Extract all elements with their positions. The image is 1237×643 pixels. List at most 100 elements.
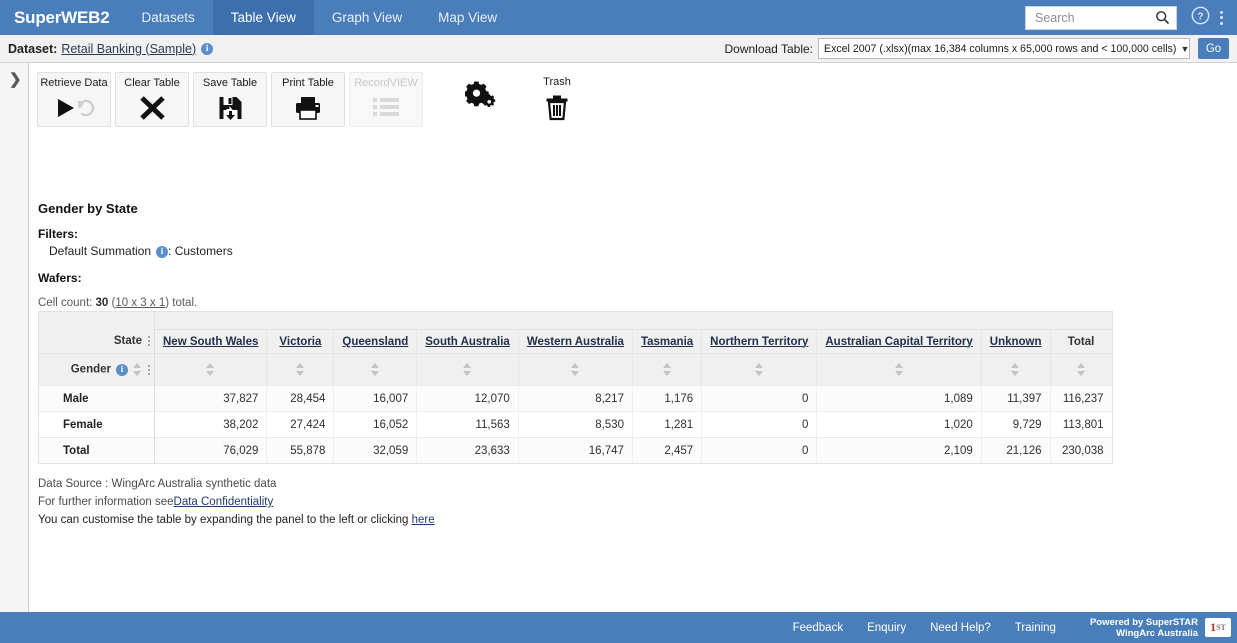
column-header-new-south-wales[interactable]: New South Wales [155,330,267,354]
table-cell[interactable]: 9,729 [981,412,1050,438]
search-box[interactable] [1025,6,1177,30]
settings-gear-button[interactable] [453,72,513,127]
column-header-link[interactable]: Australian Capital Territory [825,336,972,348]
row-axis-info-icon[interactable]: i [116,364,128,376]
column-axis-menu-icon[interactable] [148,336,150,346]
sort-toggle-total[interactable] [1050,354,1112,386]
sort-toggle-australian-capital-territory[interactable] [817,354,981,386]
nav-tab-map-view[interactable]: Map View [420,0,515,35]
trash-button[interactable]: Trash [527,72,587,127]
column-header-australian-capital-territory[interactable]: Australian Capital Territory [817,330,981,354]
column-header-link[interactable]: Queensland [342,336,408,348]
table-cell[interactable]: 16,007 [334,386,417,412]
column-header-link[interactable]: South Australia [425,336,510,348]
customise-here-link[interactable]: here [412,514,435,526]
table-cell[interactable]: 1,089 [817,386,981,412]
sort-arrows-icon[interactable] [1011,363,1020,376]
sort-toggle-victoria[interactable] [267,354,334,386]
search-input[interactable] [1033,8,1151,28]
expand-panel-chevron-icon[interactable]: ❯ [9,72,22,87]
table-cell[interactable]: 0 [702,386,817,412]
column-header-victoria[interactable]: Victoria [267,330,334,354]
sort-toggle-tasmania[interactable] [632,354,701,386]
table-cell[interactable]: 76,029 [155,438,267,464]
footer-link-need-help[interactable]: Need Help? [930,622,991,634]
download-format-select[interactable]: Excel 2007 (.xlsx)(max 16,384 columns x … [818,38,1190,59]
sort-arrows-icon[interactable] [296,363,305,376]
column-header-link[interactable]: Western Australia [527,336,624,348]
table-cell[interactable]: 1,176 [632,386,701,412]
footer-link-training[interactable]: Training [1015,622,1056,634]
table-cell[interactable]: 55,878 [267,438,334,464]
table-cell[interactable]: 8,530 [518,412,632,438]
cell-count-dimensions-link[interactable]: 10 x 3 x 1 [115,297,165,309]
table-cell[interactable]: 1,020 [817,412,981,438]
table-cell[interactable]: 11,397 [981,386,1050,412]
sort-arrows-icon[interactable] [755,363,764,376]
row-header-female[interactable]: Female [39,412,155,438]
row-axis-sort-icon[interactable] [133,363,142,376]
table-cell[interactable]: 2,109 [817,438,981,464]
row-header-total[interactable]: Total [39,438,155,464]
table-cell[interactable]: 230,038 [1050,438,1112,464]
download-go-button[interactable]: Go [1198,38,1229,59]
table-cell[interactable]: 28,454 [267,386,334,412]
filter-info-icon[interactable]: i [156,246,168,258]
sort-arrows-icon[interactable] [663,363,672,376]
table-cell[interactable]: 27,424 [267,412,334,438]
sort-toggle-new-south-wales[interactable] [155,354,267,386]
table-cell[interactable]: 23,633 [417,438,519,464]
table-cell[interactable]: 0 [702,438,817,464]
footer-link-feedback[interactable]: Feedback [793,622,844,634]
retrieve-data-button[interactable]: Retrieve Data [37,72,111,127]
table-cell[interactable]: 21,126 [981,438,1050,464]
sort-toggle-queensland[interactable] [334,354,417,386]
column-header-link[interactable]: New South Wales [163,336,258,348]
table-cell[interactable]: 38,202 [155,412,267,438]
table-cell[interactable]: 0 [702,412,817,438]
table-cell[interactable]: 2,457 [632,438,701,464]
sort-arrows-icon[interactable] [206,363,215,376]
nav-tab-table-view[interactable]: Table View [213,0,314,35]
search-icon[interactable] [1155,10,1170,30]
footer-link-enquiry[interactable]: Enquiry [867,622,906,634]
column-header-link[interactable]: Tasmania [641,336,693,348]
column-header-link[interactable]: Unknown [990,336,1042,348]
row-axis-menu-icon[interactable] [148,365,150,375]
sort-arrows-icon[interactable] [463,363,472,376]
overflow-menu-icon[interactable] [1220,11,1223,25]
sort-toggle-unknown[interactable] [981,354,1050,386]
column-axis-header[interactable]: State [39,330,155,354]
table-cell[interactable]: 8,217 [518,386,632,412]
sort-arrows-icon[interactable] [371,363,380,376]
column-header-unknown[interactable]: Unknown [981,330,1050,354]
column-header-tasmania[interactable]: Tasmania [632,330,701,354]
help-icon[interactable]: ? [1191,6,1210,30]
sort-arrows-icon[interactable] [1077,363,1086,376]
column-header-link[interactable]: Northern Territory [710,336,808,348]
sort-toggle-south-australia[interactable] [417,354,519,386]
table-cell[interactable]: 16,747 [518,438,632,464]
clear-table-button[interactable]: Clear Table [115,72,189,127]
row-header-male[interactable]: Male [39,386,155,412]
sort-toggle-western-australia[interactable] [518,354,632,386]
column-header-northern-territory[interactable]: Northern Territory [702,330,817,354]
table-cell[interactable]: 11,563 [417,412,519,438]
print-table-button[interactable]: Print Table [271,72,345,127]
data-confidentiality-link[interactable]: Data Confidentiality [174,496,274,508]
sort-arrows-icon[interactable] [571,363,580,376]
table-cell[interactable]: 1,281 [632,412,701,438]
column-header-western-australia[interactable]: Western Australia [518,330,632,354]
table-cell[interactable]: 37,827 [155,386,267,412]
table-cell[interactable]: 113,801 [1050,412,1112,438]
column-header-south-australia[interactable]: South Australia [417,330,519,354]
sort-toggle-northern-territory[interactable] [702,354,817,386]
nav-tab-graph-view[interactable]: Graph View [314,0,420,35]
dataset-info-icon[interactable]: i [201,43,213,55]
column-header-link[interactable]: Victoria [279,336,321,348]
table-cell[interactable]: 16,052 [334,412,417,438]
table-cell[interactable]: 116,237 [1050,386,1112,412]
column-header-queensland[interactable]: Queensland [334,330,417,354]
row-axis-header[interactable]: Genderi [39,354,155,386]
table-cell[interactable]: 12,070 [417,386,519,412]
